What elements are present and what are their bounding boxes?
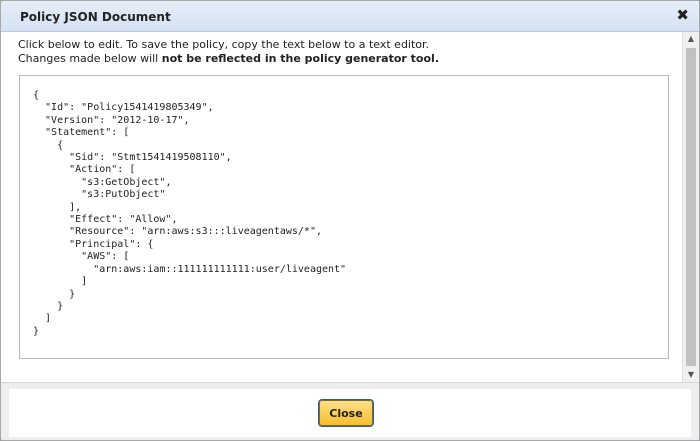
dialog-content: Click below to edit. To save the policy,… [1,32,682,382]
close-icon[interactable]: ✖ [676,8,689,23]
content-scrollbar[interactable]: ▲ ▼ [682,32,699,382]
dialog-title: Policy JSON Document [20,10,171,24]
scroll-down-arrow-icon[interactable]: ▼ [683,368,699,382]
intro-line-1: Click below to edit. To save the policy,… [18,38,430,51]
close-button[interactable]: Close [319,400,373,426]
dialog-titlebar: Policy JSON Document ✖ [1,1,699,32]
intro-line-2: Changes made below will not be reflected… [18,52,668,66]
policy-json-dialog: Policy JSON Document ✖ Click below to ed… [0,0,700,441]
dialog-footer: Close [1,382,699,440]
footer-panel: Close [9,389,691,437]
scroll-thumb[interactable] [686,48,696,366]
intro-text: Click below to edit. To save the policy,… [18,38,668,66]
policy-json-editor[interactable]: { "Id": "Policy1541419805349", "Version"… [19,75,669,359]
intro-line-2-warning: not be reflected in the policy generator… [161,52,440,65]
scroll-up-arrow-icon[interactable]: ▲ [683,32,699,46]
intro-line-2-prefix: Changes made below will [18,52,162,65]
